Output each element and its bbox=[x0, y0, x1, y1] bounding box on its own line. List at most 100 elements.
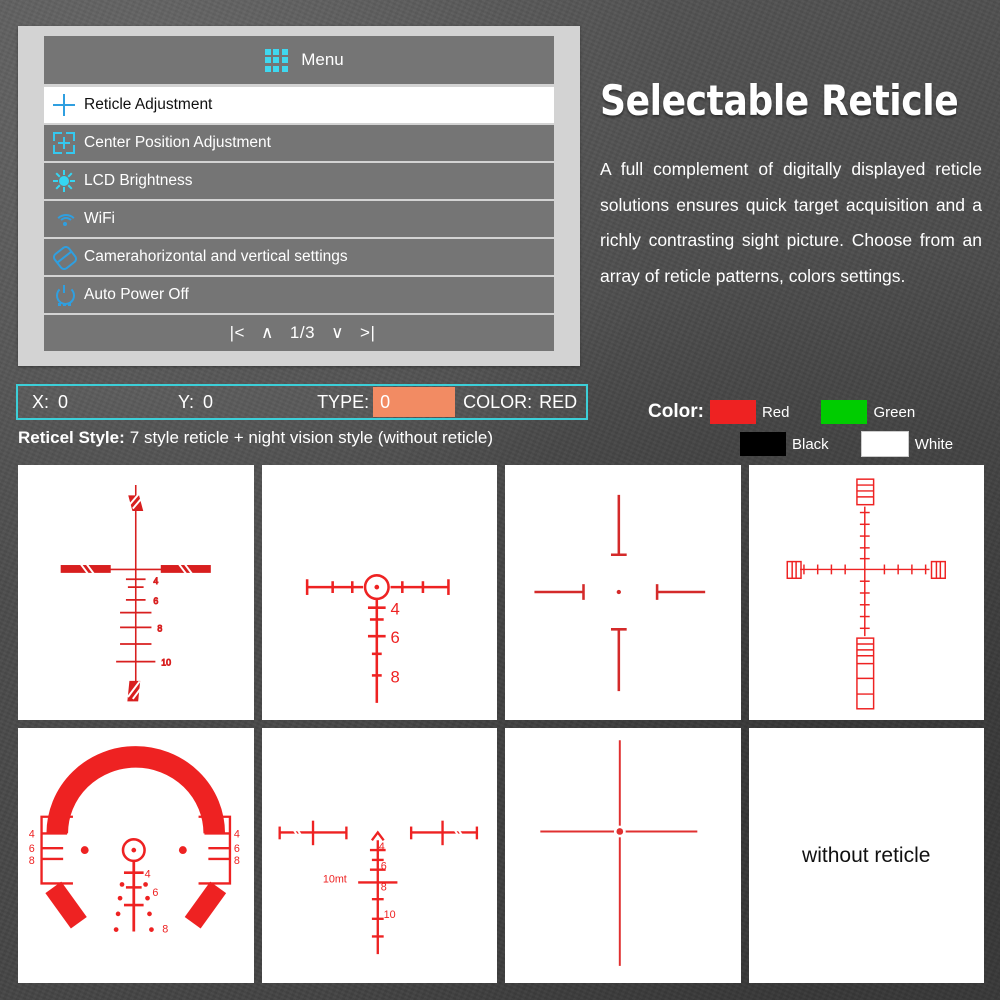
sun-ray bbox=[55, 172, 61, 178]
reticle-cell-fine-crosshair-dot[interactable] bbox=[505, 728, 741, 983]
power-icon bbox=[51, 284, 77, 306]
color-option-red[interactable]: Red bbox=[709, 400, 790, 424]
reticle-label: 4 bbox=[153, 576, 158, 586]
color-name-red: Red bbox=[761, 403, 790, 421]
page-body-copy: A full complement of digitally displayed… bbox=[600, 152, 982, 294]
reticle-cell-german-four-post[interactable] bbox=[505, 465, 741, 720]
reticle-cell-circle-dot-bdc[interactable]: 4 6 8 bbox=[261, 465, 497, 720]
reticle-cell-mil-dot-ladder[interactable] bbox=[748, 465, 984, 720]
color-name-black: Black bbox=[792, 435, 829, 453]
menu-pager: |< ∧ 1/3 ∨ >| bbox=[44, 315, 554, 351]
reticle-cell-horseshoe-bracket[interactable]: 4 6 8 4 6 8 4 6 8 bbox=[18, 728, 254, 983]
reticel-style-value: 7 style reticle + night vision style (wi… bbox=[129, 428, 494, 447]
reticle-range-label: 10mt bbox=[322, 873, 346, 885]
status-y-label: Y: bbox=[178, 391, 195, 412]
reticle-label: 10 bbox=[383, 909, 395, 921]
status-y: Y: 0 bbox=[178, 392, 213, 413]
status-type-label: TYPE: bbox=[317, 391, 370, 412]
color-option-white[interactable]: White bbox=[860, 431, 954, 457]
reticle-label: 4 bbox=[145, 869, 151, 881]
menu-item-lcd-brightness[interactable]: LCD Brightness bbox=[44, 163, 554, 199]
reticle-label: 8 bbox=[390, 667, 399, 686]
color-name-white: White bbox=[914, 435, 954, 453]
menu-item-reticle-adjustment[interactable]: Reticle Adjustment bbox=[44, 87, 554, 123]
menu-item-label: Camerahorizontal and vertical settings bbox=[84, 248, 348, 265]
reticle-label: 4 bbox=[390, 600, 399, 619]
reticle-cell-duplex-bdc[interactable]: 4 6 8 10 bbox=[18, 465, 254, 720]
pager-last-icon[interactable]: >| bbox=[360, 323, 375, 343]
reticle-label: 6 bbox=[380, 861, 386, 873]
color-name-green: Green bbox=[873, 403, 916, 421]
reticle-label: 4 bbox=[29, 828, 35, 840]
reticle-label: 6 bbox=[390, 628, 399, 647]
color-swatch-green bbox=[821, 400, 868, 424]
pager-page-indicator: 1/3 bbox=[289, 323, 316, 342]
pager-first-icon[interactable]: |< bbox=[230, 323, 245, 343]
reticel-style-label: Reticel Style: bbox=[18, 428, 125, 447]
menu-item-label: Reticle Adjustment bbox=[84, 96, 213, 113]
color-option-black[interactable]: Black bbox=[740, 432, 829, 456]
reticle-label: 8 bbox=[29, 855, 35, 867]
color-legend-label: Color: bbox=[648, 401, 704, 422]
menu-title: Menu bbox=[301, 50, 344, 69]
page-headline: Selectable Reticle bbox=[600, 76, 959, 125]
reticel-style-line: Reticel Style: 7 style reticle + night v… bbox=[18, 428, 618, 448]
menu-item-label: Auto Power Off bbox=[84, 286, 189, 303]
sun-ray bbox=[67, 184, 73, 190]
reticle-label: 6 bbox=[153, 596, 158, 606]
status-color[interactable]: COLOR: RED bbox=[463, 392, 577, 413]
status-color-label: COLOR: bbox=[463, 391, 533, 412]
status-type[interactable]: TYPE: 0 bbox=[317, 387, 456, 417]
sun-ray bbox=[53, 180, 58, 182]
reticle-label: 8 bbox=[380, 881, 386, 893]
reticle-label: 10 bbox=[161, 658, 171, 668]
reticle-label: 6 bbox=[29, 843, 35, 855]
pager-down-icon[interactable]: ∨ bbox=[331, 323, 344, 343]
reticle-label: 6 bbox=[234, 843, 240, 855]
sun-ray bbox=[55, 184, 61, 190]
sun-ray bbox=[67, 172, 73, 178]
without-reticle-label: without reticle bbox=[802, 843, 931, 867]
menu-item-camera-horizontal-vertical-settings[interactable]: Camerahorizontal and vertical settings bbox=[44, 239, 554, 275]
wifi-icon bbox=[51, 208, 78, 230]
color-swatch-black bbox=[740, 432, 786, 456]
reticle-label: 4 bbox=[378, 841, 384, 853]
menu-item-label: LCD Brightness bbox=[84, 172, 193, 189]
reticle-cell-without-reticle[interactable]: without reticle bbox=[748, 728, 984, 983]
color-swatch-red bbox=[709, 400, 756, 424]
center-position-icon bbox=[51, 132, 77, 154]
color-swatch-white bbox=[860, 431, 909, 457]
scope-menu-panel: Menu Reticle Adjustment Center Position … bbox=[18, 26, 580, 366]
grid-9-icon bbox=[261, 47, 291, 73]
reticle-cell-chevron-bdc[interactable]: 4 6 8 10 10mt bbox=[261, 728, 497, 983]
sun-ray bbox=[70, 180, 75, 182]
reticle-status-bar: X: 0 Y: 0 TYPE: 0 COLOR: RED bbox=[16, 384, 588, 420]
sun-ray bbox=[63, 170, 65, 175]
reticle-label: 8 bbox=[234, 855, 240, 867]
menu-item-wifi[interactable]: WiFi bbox=[44, 201, 554, 237]
reticle-label: 6 bbox=[152, 887, 158, 899]
reticle-gallery: 4 6 8 10 4 6 8 4 6 8 4 6 8 4 6 8 4 6 8 1… bbox=[18, 465, 984, 983]
pager-up-icon[interactable]: ∧ bbox=[261, 323, 274, 343]
color-option-green[interactable]: Green bbox=[821, 400, 915, 424]
reticle-label: 4 bbox=[234, 828, 240, 840]
status-x-value: 0 bbox=[58, 391, 69, 412]
reticle-label: 8 bbox=[157, 623, 162, 633]
crosshair-plus-icon bbox=[51, 94, 77, 116]
status-color-value: RED bbox=[539, 391, 578, 412]
menu-header: Menu bbox=[44, 36, 554, 84]
sun-ray bbox=[63, 187, 65, 192]
status-y-value: 0 bbox=[203, 391, 214, 412]
reticle-label: 8 bbox=[162, 924, 168, 936]
menu-item-label: Center Position Adjustment bbox=[84, 134, 271, 151]
status-x-label: X: bbox=[32, 391, 50, 412]
status-x: X: 0 bbox=[32, 392, 68, 413]
menu-item-auto-power-off[interactable]: Auto Power Off bbox=[44, 277, 554, 313]
menu-item-label: WiFi bbox=[84, 210, 115, 227]
menu-item-center-position-adjustment[interactable]: Center Position Adjustment bbox=[44, 125, 554, 161]
brightness-sun-icon bbox=[51, 170, 77, 192]
status-type-value[interactable]: 0 bbox=[373, 387, 456, 417]
camera-tilt-icon bbox=[50, 243, 80, 273]
color-legend: Color: Red Green Black White bbox=[648, 396, 978, 460]
body-copy-text: A full complement of digitally displayed… bbox=[600, 159, 982, 286]
